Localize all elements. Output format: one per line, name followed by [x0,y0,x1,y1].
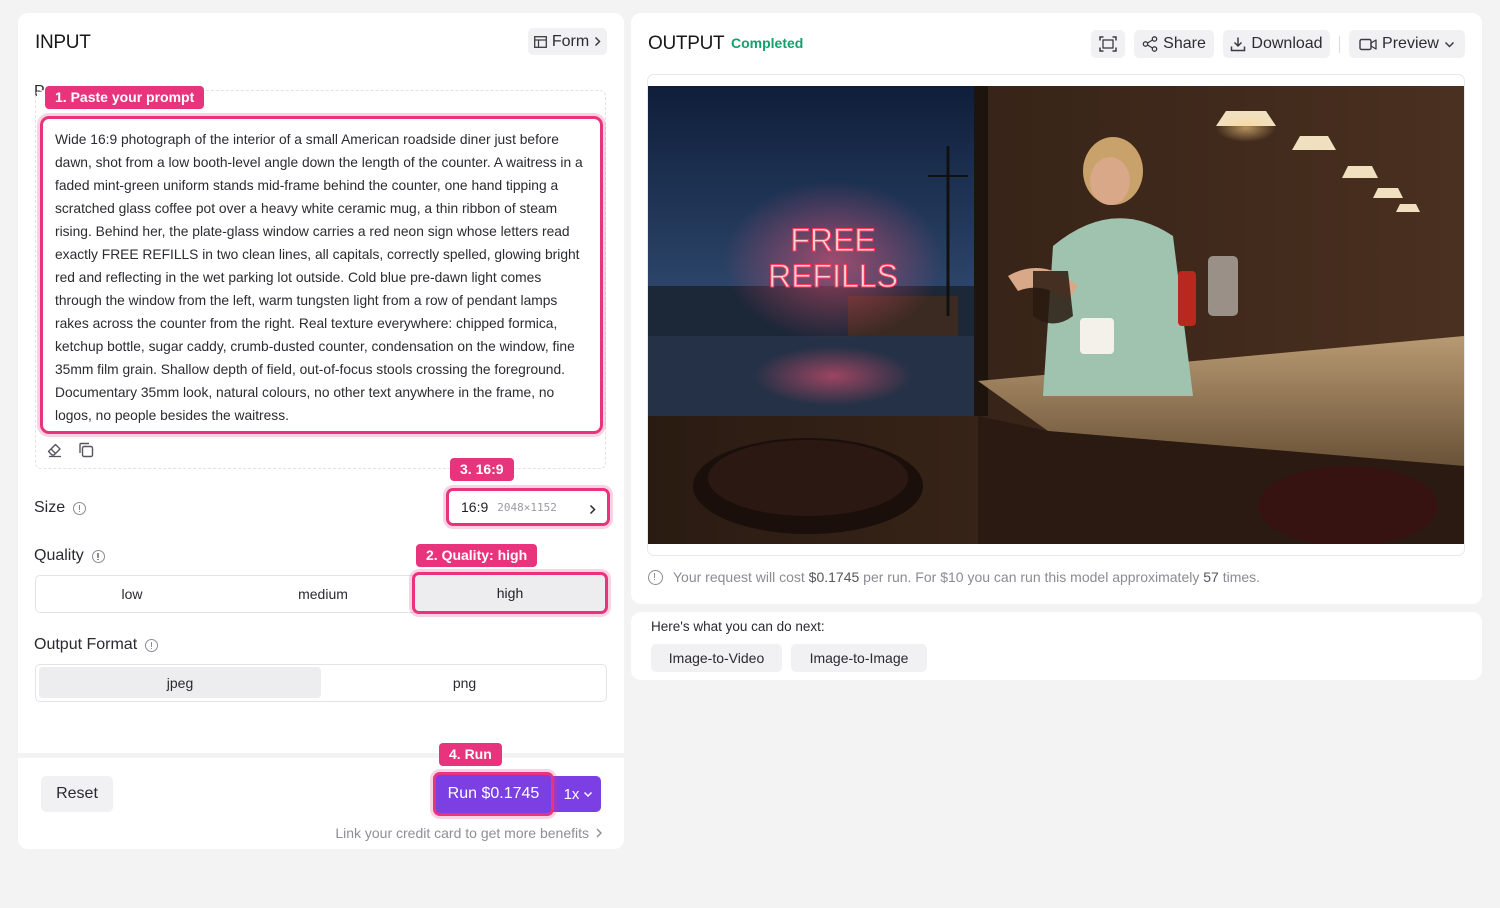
copy-icon[interactable] [77,441,95,464]
fullscreen-icon [1099,36,1117,52]
next-steps-panel: Here's what you can do next: Image-to-Vi… [631,612,1482,680]
share-label: Share [1163,35,1206,52]
quality-label: Quality [34,547,105,565]
credit-card-link-text: Link your credit card to get more benefi… [335,825,589,841]
size-label: Size [34,499,87,517]
input-panel: INPUT Form P Wide 16:9 photograph of the… [18,13,624,849]
format-option-png[interactable]: png [323,665,606,701]
cost-notice: Your request will cost $0.1745 per run. … [648,569,1260,585]
chevron-right-icon [595,36,601,47]
neon-text-line2: REFILLS [768,258,898,294]
quality-label-text: Quality [34,547,84,564]
download-label: Download [1251,35,1323,52]
quality-option-low[interactable]: low [36,576,228,612]
info-icon [648,569,663,585]
annotation-step3: 3. 16:9 [450,458,514,481]
size-dims: 2048×1152 [497,500,557,514]
chevron-right-icon [596,828,602,838]
format-segmented-control: jpeg png [35,664,607,702]
chevron-right-icon [589,504,596,515]
video-camera-icon [1359,38,1377,50]
info-icon [91,549,105,563]
input-title: INPUT [35,32,91,53]
reset-button[interactable]: Reset [41,776,113,812]
size-selector[interactable]: 16:9 2048×1152 [446,488,610,526]
chip-image-to-video[interactable]: Image-to-Video [651,644,782,672]
input-footer: Reset 4. Run Run $0.1745 1x Link your cr… [18,743,624,849]
output-title: OUTPUT [648,33,725,54]
chevron-down-icon [1444,41,1454,48]
info-icon [145,638,159,652]
output-image[interactable]: FREE REFILLS [648,86,1464,544]
info-icon [73,501,87,515]
form-toggle-button[interactable]: Form [528,28,607,55]
run-button[interactable]: Run $0.1745 [433,772,554,816]
credit-card-link[interactable]: Link your credit card to get more benefi… [335,825,602,841]
format-label: Output Format [34,636,159,654]
prompt-text: Wide 16:9 photograph of the interior of … [55,132,583,423]
multiplier-label: 1x [563,785,580,803]
prompt-textarea[interactable]: Wide 16:9 photograph of the interior of … [40,116,603,434]
chevron-down-icon [584,791,593,797]
download-icon [1231,37,1246,52]
output-panel: OUTPUT Completed Share Download Preview [631,13,1482,604]
format-label-text: Output Format [34,636,138,653]
diner-scene-graphic: FREE REFILLS [648,86,1464,544]
form-toggle-label: Form [551,32,590,50]
share-button[interactable]: Share [1134,30,1214,58]
cost-suffix: times. [1218,569,1261,585]
cost-mid: per run. For $10 you can run this model … [859,569,1204,585]
annotation-step2: 2. Quality: high [416,544,538,567]
annotation-step4: 4. Run [439,743,502,766]
preview-dropdown[interactable]: Preview [1349,30,1465,58]
cost-count: 57 [1203,569,1219,585]
annotation-step1: 1. Paste your prompt [45,86,205,109]
preview-label: Preview [1382,35,1439,52]
size-ratio: 16:9 [461,499,489,515]
quality-option-medium[interactable]: medium [228,576,418,612]
quality-option-high[interactable]: high [412,572,608,614]
eraser-icon[interactable] [46,441,64,464]
share-icon [1142,36,1158,52]
cost-prefix: Your request will cost [673,569,809,585]
header-divider [1339,36,1340,53]
neon-text-line1: FREE [790,222,875,258]
chip-image-to-image[interactable]: Image-to-Image [791,644,927,672]
run-multiplier-dropdown[interactable]: 1x [556,776,601,812]
cost-value: $0.1745 [808,569,860,585]
format-option-jpeg[interactable]: jpeg [39,667,321,698]
fullscreen-button[interactable] [1091,30,1125,58]
size-label-text: Size [34,499,66,516]
table-icon [533,35,547,48]
status-badge: Completed [731,35,804,51]
next-steps-title: Here's what you can do next: [651,619,825,634]
download-button[interactable]: Download [1223,30,1330,58]
